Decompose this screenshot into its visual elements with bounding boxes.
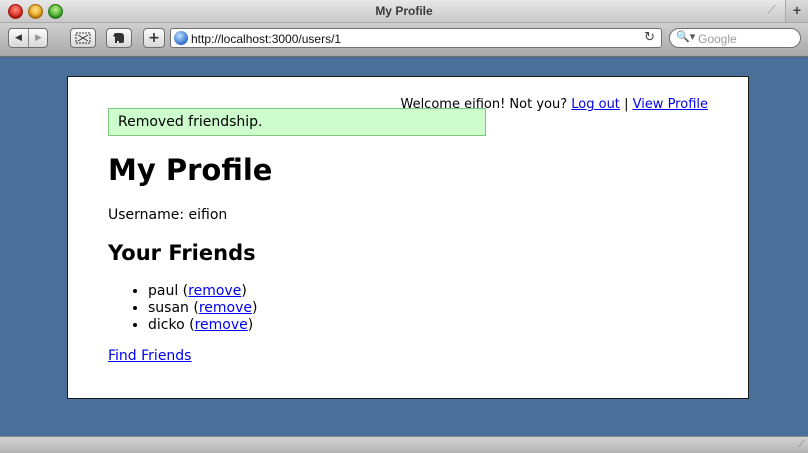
back-forward-control: ◀ ▶	[8, 28, 48, 48]
logout-link[interactable]: Log out	[571, 97, 620, 112]
browser-toolbar: ◀ ▶ + http://localhost:3000/users/1 ↻ 🔍▾…	[0, 23, 808, 57]
list-item: paul (remove)	[148, 283, 257, 300]
new-tab-button[interactable]: +	[785, 0, 808, 22]
remove-friend-link[interactable]: remove	[199, 300, 252, 316]
list-item: susan (remove)	[148, 300, 257, 317]
address-url[interactable]: http://localhost:3000/users/1	[191, 32, 341, 46]
status-bar: ⟋	[0, 436, 808, 453]
friend-name: dicko	[148, 317, 185, 333]
friends-heading: Your Friends	[108, 241, 256, 265]
forward-button[interactable]: ▶	[29, 29, 48, 47]
friends-list: paul (remove) susan (remove) dicko (remo…	[108, 283, 257, 334]
globe-icon	[174, 31, 188, 45]
view-profile-link[interactable]: View Profile	[633, 97, 708, 112]
nav-separator: |	[624, 97, 629, 112]
search-icon[interactable]: 🔍▾	[676, 30, 695, 43]
search-field[interactable]: 🔍▾ Google	[669, 28, 801, 48]
add-bookmark-button[interactable]: +	[143, 28, 165, 48]
page-title: My Profile	[108, 153, 273, 187]
window-title: My Profile	[375, 4, 433, 18]
flash-notice: Removed friendship.	[108, 108, 486, 136]
remove-friend-link[interactable]: remove	[188, 283, 241, 299]
scissors-icon	[75, 32, 91, 44]
resize-grip-icon: ⟋	[768, 3, 776, 16]
friend-name: susan	[148, 300, 189, 316]
remove-friend-link[interactable]: remove	[195, 317, 248, 333]
address-bar[interactable]: http://localhost:3000/users/1 ↻	[170, 28, 662, 48]
evernote-button[interactable]	[106, 28, 132, 48]
friend-name: paul	[148, 283, 179, 299]
page-content: Welcome eifion! Not you? Log out | View …	[67, 76, 749, 399]
snippet-button[interactable]	[70, 28, 96, 48]
reload-icon[interactable]: ↻	[644, 30, 655, 45]
window-titlebar: My Profile ⟋ +	[0, 0, 808, 23]
username-line: Username: eifion	[108, 207, 228, 223]
search-placeholder: Google	[698, 32, 737, 46]
resize-handle-icon[interactable]: ⟋	[798, 439, 805, 450]
list-item: dicko (remove)	[148, 317, 257, 334]
elephant-icon	[113, 33, 124, 43]
back-button[interactable]: ◀	[9, 29, 29, 47]
find-friends-link[interactable]: Find Friends	[108, 348, 191, 364]
